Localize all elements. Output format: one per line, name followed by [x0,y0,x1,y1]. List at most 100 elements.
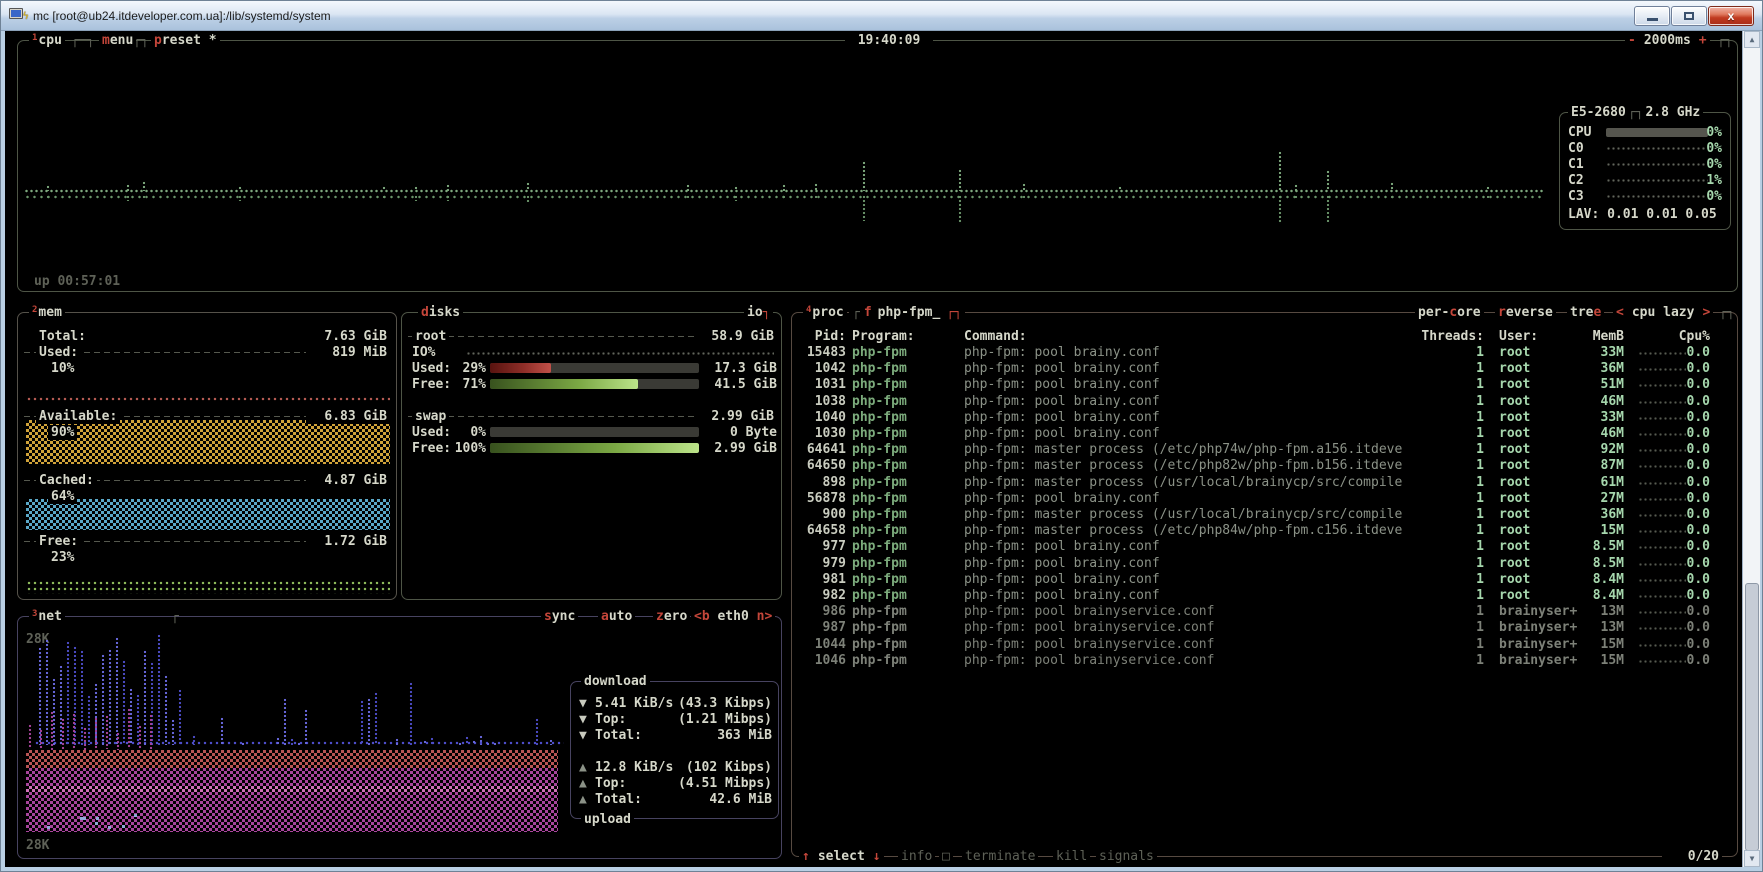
process-command: php-fpm: master process (/etc/php74w/php… [964,442,1402,457]
process-command: php-fpm: master process (/usr/local/brai… [964,507,1402,522]
cpu-box-number: 1 [32,33,37,43]
column-header-mem[interactable]: MemB [1564,329,1624,344]
process-user: root [1499,572,1530,587]
close-button[interactable]: x [1708,6,1754,26]
process-pid: 56878 [800,491,846,506]
menu-button[interactable]: menu [99,33,136,48]
mem-row-label: Available: [36,409,120,424]
process-row[interactable]: 977php-fpmphp-fpm: pool brainy.conf1root… [792,539,1737,554]
cpu-graph-spike [1486,186,1490,191]
io-tab-label: io [747,305,763,320]
cpu-graph-spike [1390,182,1394,191]
preset-button[interactable]: preset * [151,33,220,48]
cpu-graph-spike [238,186,242,191]
process-row[interactable]: 898php-fpmphp-fpm: master process (/usr/… [792,475,1737,490]
process-command: php-fpm: pool brainy.conf [964,556,1160,571]
maximize-button[interactable] [1671,6,1707,26]
process-row[interactable]: 1046php-fpmphp-fpm: pool brainyservice.c… [792,653,1737,668]
per-core-toggle[interactable]: per-core [1415,305,1484,320]
sort-next-button[interactable]: > [1702,305,1710,320]
process-row[interactable]: 982php-fpmphp-fpm: pool brainy.conf1root… [792,588,1737,603]
process-mem: 33M [1564,410,1624,425]
tree-toggle[interactable]: tree [1567,305,1604,320]
process-row[interactable]: 64641php-fpmphp-fpm: master process (/et… [792,442,1737,457]
reverse-toggle[interactable]: reverse [1495,305,1556,320]
process-row[interactable]: 1030php-fpmphp-fpm: pool brainy.conf1roo… [792,426,1737,441]
terminal: E5-2680┌┐2.8 GHzCPU0%C00%C10%C21%C30%LAV… [5,31,1742,867]
process-row[interactable]: 64650php-fpmphp-fpm: master process (/et… [792,458,1737,473]
process-row[interactable]: 64658php-fpmphp-fpm: master process (/et… [792,523,1737,538]
sort-prev-button[interactable]: < [1616,305,1624,320]
scrollbar-up-icon[interactable]: ▲ [1744,31,1760,48]
process-row[interactable]: 56878php-fpmphp-fpm: pool brainy.conf1ro… [792,491,1737,506]
disk-size: 2.99 GiB [697,409,777,424]
interval-minus-button[interactable]: - [1628,33,1636,48]
process-row[interactable]: 1042php-fpmphp-fpm: pool brainy.conf1roo… [792,361,1737,376]
border-hook: ┌┐ [133,33,149,48]
mem-box-number: 2 [32,305,37,315]
process-search[interactable]: ┌fphp-fpm_┌┐ [849,305,965,320]
column-header-cpu[interactable]: Cpu% [1650,329,1710,344]
border-hook: ┐ [763,305,771,320]
process-row[interactable]: 15483php-fpmphp-fpm: pool brainy.conf1ro… [792,345,1737,360]
cpu-graph-spike [1022,183,1026,191]
kill-button[interactable]: kill [1053,849,1090,864]
interval-plus-button[interactable]: + [1699,33,1707,48]
net-zero-button[interactable]: zero [653,609,690,624]
titlebar: ϟ mc [root@ub24.itdeveloper.com.ua]:/lib… [1,1,1762,31]
upload-spike [83,727,87,750]
disk-size: 58.9 GiB [697,329,777,344]
process-row[interactable]: 981php-fpmphp-fpm: pool brainy.conf1root… [792,572,1737,587]
proc-box-title: 4proc [803,305,847,322]
per-core-hotkey: c [1449,305,1457,320]
enter-key-icon[interactable]: □ [939,849,953,864]
cpu-graph-spike [734,195,738,201]
iface-next-button[interactable]: n> [757,609,773,624]
minimize-button[interactable] [1634,6,1670,26]
process-threads: 1 [1420,653,1484,668]
iface-prev-button[interactable]: <b [694,609,710,624]
process-user: root [1499,507,1530,522]
download-spike [297,742,301,745]
download-spike [171,719,175,745]
scrollbar-track[interactable]: ▲ ▼ [1742,31,1760,867]
download-spike [220,717,224,745]
scrollbar-thumb[interactable] [1745,583,1759,851]
net-box: 28K28Kdownloadupload▼5.41 KiB/s(43.3 Kib… [17,616,782,859]
process-row[interactable]: 979php-fpmphp-fpm: pool brainy.conf1root… [792,556,1737,571]
info-button[interactable]: info [898,849,935,864]
process-row[interactable]: 1031php-fpmphp-fpm: pool brainy.conf1roo… [792,377,1737,392]
upload-arrow-icon: ▲ [579,776,587,791]
process-pid: 1042 [800,361,846,376]
process-row[interactable]: 986php-fpmphp-fpm: pool brainyservice.co… [792,604,1737,619]
signals-button[interactable]: signals [1096,849,1157,864]
net-sync-button[interactable]: sync [541,609,578,624]
process-mem: 33M [1564,345,1624,360]
process-pid: 898 [800,475,846,490]
column-header-command[interactable]: Command: [964,329,1027,344]
download-spike [479,735,483,745]
net-interface-switcher[interactable]: <b eth0 n> [691,609,775,624]
column-header-pid[interactable]: Pid: [800,329,846,344]
column-header-threads[interactable]: Threads: [1420,329,1484,344]
download-spike [241,742,245,745]
process-row[interactable]: 987php-fpmphp-fpm: pool brainyservice.co… [792,620,1737,635]
process-row[interactable]: 1038php-fpmphp-fpm: pool brainy.conf1roo… [792,394,1737,409]
scrollbar-down-icon[interactable]: ▼ [1744,850,1760,867]
process-cpu: 0.0 [1650,572,1710,587]
io-tab[interactable]: io┐ [744,305,773,320]
cpu-model: E5-2680 [1571,105,1626,120]
process-row[interactable]: 1044php-fpmphp-fpm: pool brainyservice.c… [792,637,1737,652]
net-auto-button[interactable]: auto [598,609,635,624]
column-header-program[interactable]: Program: [852,329,915,344]
terminate-button[interactable]: terminate [962,849,1038,864]
disk-bar-label: Used: [412,361,451,376]
iface-name: eth0 [710,609,757,624]
column-header-user[interactable]: User: [1499,329,1538,344]
process-row[interactable]: 1040php-fpmphp-fpm: pool brainy.conf1roo… [792,410,1737,425]
cpu-graph-spike [814,195,818,198]
process-command: php-fpm: pool brainy.conf [964,539,1160,554]
process-row[interactable]: 900php-fpmphp-fpm: master process (/usr/… [792,507,1737,522]
disks-title-label: isks [429,305,460,320]
sort-selector[interactable]: <cpu lazy> [1613,305,1713,320]
